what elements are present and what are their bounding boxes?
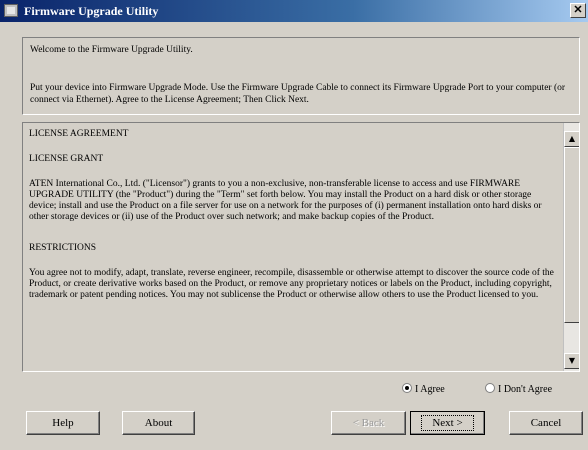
cancel-button[interactable]: Cancel	[509, 411, 583, 435]
scroll-thumb[interactable]	[564, 147, 579, 323]
agree-radio-option[interactable]: I Agree	[402, 383, 445, 397]
close-button[interactable]: ✕	[570, 3, 586, 18]
restrictions-heading: RESTRICTIONS	[29, 243, 97, 253]
license-agreement-box[interactable]: LICENSE AGREEMENT LICENSE GRANT ATEN Int…	[22, 122, 580, 372]
welcome-text: Welcome to the Firmware Upgrade Utility.	[30, 45, 193, 55]
intro-panel: Welcome to the Firmware Upgrade Utility.…	[22, 37, 580, 115]
license-grant-text: ATEN International Co., Ltd. ("Licensor"…	[29, 179, 542, 222]
agree-label: I Agree	[415, 384, 445, 395]
agree-radio[interactable]	[402, 383, 412, 393]
back-button[interactable]: < Back	[331, 411, 406, 435]
scroll-up-button[interactable]: ▲	[564, 131, 579, 147]
license-heading: LICENSE AGREEMENT	[29, 129, 129, 139]
instructions-text: Put your device into Firmware Upgrade Mo…	[30, 83, 566, 105]
title-bar[interactable]: Firmware Upgrade Utility ✕	[0, 0, 588, 22]
app-icon	[4, 4, 18, 17]
window-title: Firmware Upgrade Utility	[24, 4, 159, 18]
scroll-down-button[interactable]: ▼	[564, 353, 579, 369]
help-button[interactable]: Help	[26, 411, 100, 435]
next-button-label: Next >	[421, 415, 474, 431]
license-scrollbar[interactable]: ▲ ▼	[563, 123, 579, 371]
about-button[interactable]: About	[122, 411, 195, 435]
disagree-radio[interactable]	[485, 383, 495, 393]
license-text: LICENSE AGREEMENT LICENSE GRANT ATEN Int…	[29, 129, 557, 321]
disagree-radio-option[interactable]: I Don't Agree	[485, 383, 552, 397]
disagree-label: I Don't Agree	[498, 384, 553, 395]
next-button[interactable]: Next >	[410, 411, 485, 435]
firmware-upgrade-window: Firmware Upgrade Utility ✕ Welcome to th…	[0, 0, 588, 450]
license-grant-heading: LICENSE GRANT	[29, 154, 104, 164]
restrictions-text: You agree not to modify, adapt, translat…	[29, 268, 554, 300]
